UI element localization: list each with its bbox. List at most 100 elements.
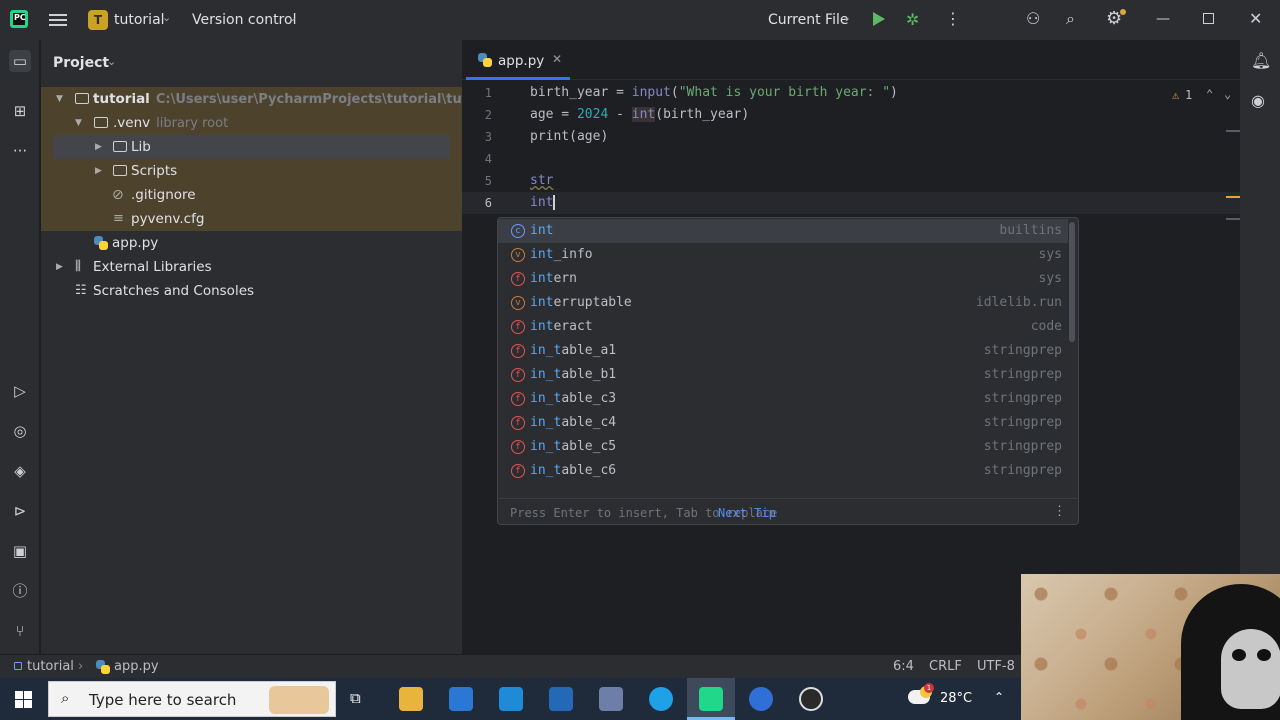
code-token: 2024 [576, 107, 609, 122]
problems-icon[interactable]: ⓘ [9, 580, 31, 602]
chevron-down-icon[interactable]: ▼ [75, 111, 82, 135]
mask-eye [1232, 649, 1246, 661]
tree-item-scratches[interactable]: ☷ Scratches and Consoles [41, 279, 462, 303]
tree-item-venv[interactable]: ▼ .venv library root [41, 111, 462, 135]
run-tool-icon[interactable]: ▷ [9, 380, 31, 402]
code-token: (age) [569, 129, 609, 144]
tree-item-label: app.py [112, 235, 159, 251]
line-number: 5 [484, 174, 492, 188]
pycharm-taskbar-item[interactable] [687, 678, 735, 720]
completion-item[interactable]: f in_table_a1 stringprep [498, 339, 1068, 363]
temperature[interactable]: 28°C [940, 691, 972, 706]
mail-icon[interactable] [499, 687, 523, 711]
tree-item-tutorial[interactable]: ▼ tutorial C:\Users\user\PycharmProjects\… [41, 87, 501, 111]
file-explorer-icon[interactable] [399, 687, 423, 711]
tab-app-py[interactable]: app.py ✕ [466, 40, 570, 80]
completion-item[interactable]: f in_table_c6 stringprep [498, 459, 1068, 483]
chevron-down-icon[interactable]: ⌄ [842, 11, 851, 24]
git-icon[interactable]: ⑂ [9, 620, 31, 642]
breadcrumb-file[interactable]: app.py [114, 659, 159, 674]
file-encoding[interactable]: UTF-8 [977, 659, 1015, 674]
chevron-down-icon[interactable]: ▼ [56, 87, 63, 111]
chevron-down-icon[interactable]: ⌄ [107, 55, 116, 68]
ai-assistant-icon[interactable]: ◉ [1251, 91, 1265, 110]
chevron-down-icon[interactable]: ⌄ [1224, 87, 1231, 101]
windows-start-icon[interactable] [15, 691, 32, 708]
app-icon[interactable] [599, 687, 623, 711]
services-icon[interactable]: ⊳ [9, 500, 31, 522]
python-packages-icon[interactable]: ◈ [9, 460, 31, 482]
completion-rest: erruptable [553, 295, 632, 310]
code-token: birth_year = [530, 85, 632, 100]
panel-title[interactable]: Project [53, 55, 109, 71]
code-token: input [631, 85, 671, 100]
tree-item-lib[interactable]: ▶ Lib [53, 135, 450, 159]
close-icon[interactable]: ✕ [1249, 9, 1262, 28]
chevron-down-icon[interactable]: ⌄ [162, 11, 171, 24]
run-icon[interactable] [873, 12, 885, 26]
tree-item-gitignore[interactable]: ⊘ .gitignore [41, 183, 462, 207]
close-icon[interactable]: ✕ [552, 52, 562, 66]
warning-icon[interactable]: ⚠ [1172, 88, 1179, 102]
completion-source: sys [1038, 271, 1062, 286]
scroll-marker [1226, 130, 1240, 132]
completion-item[interactable]: f in_table_c3 stringprep [498, 387, 1068, 411]
chevron-right-icon[interactable]: ▶ [95, 135, 102, 159]
line-separator[interactable]: CRLF [929, 659, 962, 674]
caret-position[interactable]: 6:4 [893, 659, 914, 674]
tree-item-scripts[interactable]: ▶ Scripts [41, 159, 462, 183]
chevron-right-icon[interactable]: ▶ [56, 255, 63, 279]
app-icon[interactable] [749, 687, 773, 711]
completion-source: stringprep [983, 343, 1062, 358]
tree-item-external-libraries[interactable]: ▶ ⫼ External Libraries [41, 255, 462, 279]
completion-item[interactable]: f in_table_c5 stringprep [498, 435, 1068, 459]
terminal-icon[interactable]: ▣ [9, 540, 31, 562]
search-icon[interactable]: ⌕ [1066, 9, 1075, 29]
tree-item-pyvenv-cfg[interactable]: ≡ pyvenv.cfg [41, 207, 462, 231]
more-actions-icon[interactable]: ⋮ [945, 9, 961, 28]
minimize-icon[interactable]: — [1156, 11, 1170, 27]
function-icon: f [511, 440, 525, 454]
python-console-icon[interactable]: ◎ [9, 420, 31, 442]
structure-icon[interactable]: ⊞ [9, 100, 31, 122]
function-icon: f [511, 464, 525, 478]
next-tip-link[interactable]: Next Tip [718, 506, 776, 520]
recording-app-icon[interactable] [799, 687, 823, 711]
microsoft-store-icon[interactable] [449, 687, 473, 711]
chevron-right-icon[interactable]: ▶ [95, 159, 102, 183]
version-control-menu[interactable]: Version control [192, 12, 296, 28]
notifications-icon[interactable]: 🔔︎ [1251, 51, 1271, 70]
scrollbar[interactable] [1069, 222, 1075, 342]
breadcrumb-project[interactable]: tutorial [27, 659, 74, 674]
completion-item[interactable]: v int_info sys [498, 243, 1068, 267]
visual-studio-icon[interactable] [549, 687, 573, 711]
task-view-icon[interactable]: ⧉ [350, 689, 361, 707]
project-badge[interactable]: T [88, 10, 108, 30]
folder-icon[interactable]: ▭ [9, 50, 31, 72]
code-with-me-icon[interactable]: ⚇ [1026, 9, 1040, 28]
completion-item[interactable]: v interruptable idlelib.run [498, 291, 1068, 315]
chevron-up-icon[interactable]: ⌃ [1206, 87, 1213, 101]
completion-item[interactable]: f intern sys [498, 267, 1068, 291]
completion-item[interactable]: c int builtins [498, 219, 1068, 243]
chevron-up-icon[interactable]: ⌃ [994, 690, 1004, 704]
taskbar-search-box[interactable]: ⌕ Type here to search [48, 681, 336, 717]
project-selector[interactable]: tutorial [114, 12, 165, 28]
more-tools-icon[interactable]: ··· [9, 140, 31, 162]
run-configuration-selector[interactable]: Current File [768, 12, 848, 28]
edge-browser-icon[interactable] [649, 687, 673, 711]
main-menu-icon[interactable] [49, 11, 67, 29]
restore-window-icon[interactable] [1203, 13, 1214, 24]
line-number: 2 [484, 108, 492, 122]
completion-item[interactable]: f interact code [498, 315, 1068, 339]
tree-item-app-py[interactable]: app.py [41, 231, 462, 255]
chevron-down-icon[interactable]: ⌄ [288, 11, 297, 24]
completion-item[interactable]: f in_table_c4 stringprep [498, 411, 1068, 435]
completion-match: in_t [530, 391, 562, 406]
folder-icon [113, 141, 127, 152]
python-file-icon [96, 660, 110, 674]
debug-icon[interactable]: ✲ [906, 10, 919, 29]
more-options-icon[interactable]: ⋮ [1053, 504, 1066, 519]
completion-item[interactable]: f in_table_b1 stringprep [498, 363, 1068, 387]
warning-count[interactable]: 1 [1185, 88, 1192, 102]
